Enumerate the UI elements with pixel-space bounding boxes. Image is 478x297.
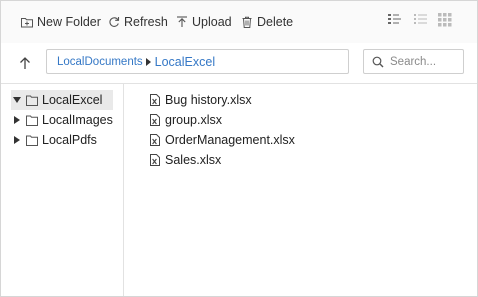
breadcrumb-separator-icon: [145, 57, 151, 66]
folder-icon: [26, 95, 38, 106]
delete-button[interactable]: Delete: [241, 12, 293, 32]
search-input[interactable]: [390, 55, 460, 68]
trash-icon: [242, 16, 252, 28]
list-item[interactable]: Sales.xlsx: [150, 150, 221, 170]
tree-item-localpdfs[interactable]: LocalPdfs: [11, 130, 113, 150]
address-bar-row: LocalDocuments LocalExcel: [1, 43, 477, 84]
collapsed-icon[interactable]: [11, 136, 23, 144]
upload-button[interactable]: Upload: [176, 12, 232, 32]
new-folder-icon: [21, 18, 33, 28]
search-icon: [372, 56, 384, 67]
tree-item-label: LocalImages: [42, 113, 113, 127]
tree-item-label: LocalExcel: [42, 93, 103, 107]
file-manager: New Folder Refresh Upload Delete LocalDo…: [0, 0, 478, 297]
large-icons-view-icon[interactable]: [437, 12, 453, 28]
list-view-icon[interactable]: [413, 12, 429, 28]
refresh-button[interactable]: Refresh: [108, 12, 168, 32]
expanded-icon[interactable]: [11, 97, 23, 103]
folder-icon: [26, 135, 38, 146]
refresh-label: Refresh: [124, 15, 168, 29]
folder-icon: [26, 115, 38, 126]
navigation-pane: LocalExcel LocalImages LocalPdfs: [1, 84, 124, 296]
tree-item-localimages[interactable]: LocalImages: [11, 110, 113, 130]
list-item[interactable]: group.xlsx: [150, 110, 222, 130]
collapsed-icon[interactable]: [11, 116, 23, 124]
excel-file-icon: [150, 114, 160, 126]
delete-label: Delete: [257, 15, 294, 29]
excel-file-icon: [150, 154, 160, 166]
tree-item-label: LocalPdfs: [42, 133, 97, 147]
breadcrumb-item-localdocuments[interactable]: LocalDocuments: [57, 56, 143, 68]
search-box: [363, 49, 464, 74]
list-item[interactable]: Bug history.xlsx: [150, 90, 252, 110]
excel-file-icon: [150, 134, 160, 146]
new-folder-button[interactable]: New Folder: [21, 12, 101, 32]
breadcrumb-item-localexcel[interactable]: LocalExcel: [155, 55, 215, 69]
file-name: OrderManagement.xlsx: [165, 133, 295, 147]
toolbar: New Folder Refresh Upload Delete: [1, 1, 477, 44]
file-list: Bug history.xlsx group.xlsx OrderManagem…: [124, 84, 477, 296]
upload-label: Upload: [192, 15, 232, 29]
details-view-icon[interactable]: [387, 12, 403, 28]
new-folder-label: New Folder: [37, 15, 101, 29]
navigate-up-icon[interactable]: [17, 55, 33, 71]
tree-item-localexcel[interactable]: LocalExcel: [11, 90, 113, 110]
excel-file-icon: [150, 94, 160, 106]
file-name: group.xlsx: [165, 113, 222, 127]
list-item[interactable]: OrderManagement.xlsx: [150, 130, 295, 150]
upload-icon: [177, 16, 187, 27]
file-name: Bug history.xlsx: [165, 93, 252, 107]
refresh-icon: [109, 17, 120, 27]
breadcrumb: LocalDocuments LocalExcel: [46, 49, 349, 74]
file-name: Sales.xlsx: [165, 153, 222, 167]
